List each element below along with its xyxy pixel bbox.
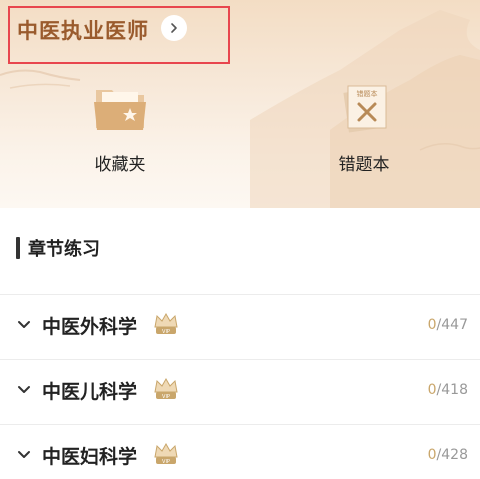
chapter-row[interactable]: 中医外科学 VIP 0/447	[0, 295, 480, 359]
chevron-down-icon[interactable]	[16, 447, 32, 463]
chevron-down-icon[interactable]	[16, 317, 32, 333]
svg-text:VIP: VIP	[162, 329, 170, 335]
chapter-row[interactable]: 中医儿科学 VIP 0/418	[0, 360, 480, 424]
chapter-practice-section: 章节练习	[0, 218, 480, 294]
svg-text:VIP: VIP	[162, 394, 170, 400]
total-count: /418	[436, 382, 468, 398]
wrong-book-icon-text: 错题本	[357, 89, 378, 98]
favorites-label: 收藏夹	[94, 155, 146, 175]
favorites-button[interactable]: 收藏夹	[60, 80, 180, 180]
chapter-name: 中医外科学	[42, 316, 138, 338]
total-count: /428	[436, 447, 468, 463]
vip-crown-icon: VIP	[154, 442, 178, 465]
course-header: 中医执业医师 收藏夹 错题本 错题本	[0, 0, 480, 208]
progress-count: 0/447	[428, 317, 468, 333]
svg-text:VIP: VIP	[162, 459, 170, 465]
progress-count: 0/418	[428, 382, 468, 398]
chapter-row[interactable]: 中医妇科学 VIP 0/428	[0, 425, 480, 479]
chevron-right-icon[interactable]	[161, 15, 187, 41]
chapter-name: 中医妇科学	[42, 446, 138, 468]
wrong-book-icon: 错题本	[343, 85, 387, 133]
folder-star-icon	[94, 90, 146, 130]
done-count: 0	[427, 382, 437, 398]
vip-crown-icon: VIP	[154, 312, 178, 335]
section-accent-bar	[16, 237, 20, 259]
wrong-book-label: 错题本	[338, 155, 390, 175]
course-title[interactable]: 中医执业医师	[17, 15, 149, 45]
done-count: 0	[427, 317, 437, 333]
progress-count: 0/428	[428, 447, 468, 463]
chapter-name: 中医儿科学	[42, 381, 138, 403]
wrong-book-button[interactable]: 错题本 错题本	[304, 80, 424, 180]
total-count: /447	[436, 317, 468, 333]
section-title: 章节练习	[28, 239, 100, 260]
vip-crown-icon: VIP	[154, 377, 178, 400]
done-count: 0	[427, 447, 437, 463]
chevron-down-icon[interactable]	[16, 382, 32, 398]
